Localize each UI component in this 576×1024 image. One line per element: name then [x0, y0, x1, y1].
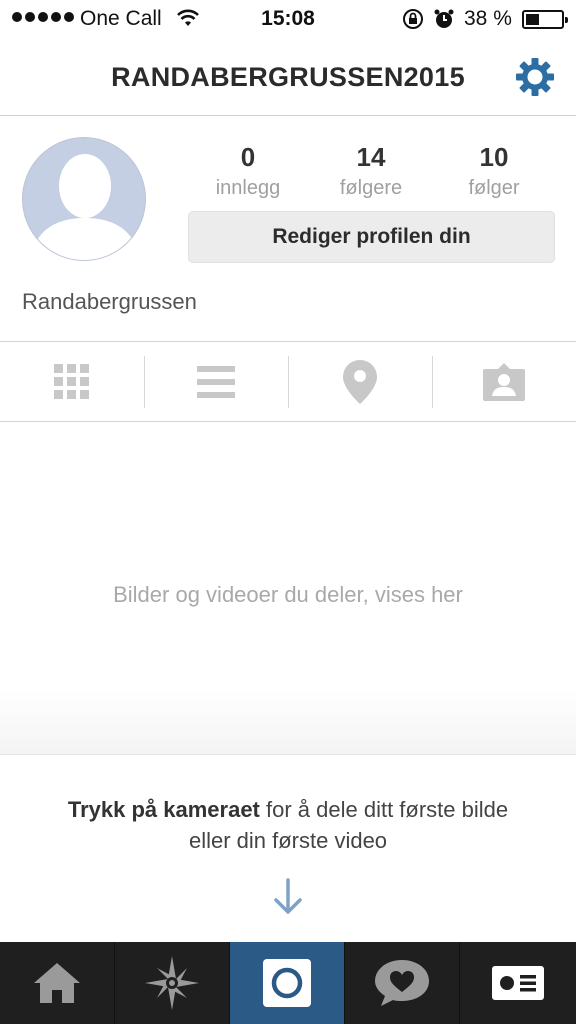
arrow-down-icon — [274, 878, 302, 914]
nav-explore[interactable] — [115, 942, 230, 1024]
posts-count: 0 — [240, 142, 256, 172]
followers-count: 14 — [356, 142, 386, 172]
stat-followers[interactable]: 14 følgere — [311, 142, 431, 200]
alarm-icon — [434, 9, 454, 28]
list-icon — [197, 365, 235, 398]
profile-view-tabs — [0, 341, 576, 422]
battery-icon — [522, 10, 568, 29]
camera-icon — [263, 959, 311, 1007]
camera-hint-bold: Trykk på kameraet — [67, 797, 260, 822]
grid-icon — [54, 363, 89, 399]
tab-grid[interactable] — [0, 342, 144, 421]
camera-hint: Trykk på kameraet for å dele ditt første… — [0, 794, 576, 856]
wifi-icon — [177, 9, 199, 26]
home-icon — [34, 963, 80, 1003]
tab-tagged[interactable] — [432, 342, 576, 421]
following-label: følger — [468, 177, 520, 199]
page-title: RANDABERGRUSSEN2015 — [111, 62, 465, 92]
nav-camera[interactable] — [230, 942, 345, 1024]
tab-map[interactable] — [288, 342, 432, 421]
nav-activity[interactable] — [345, 942, 460, 1024]
stat-posts[interactable]: 0 innlegg — [188, 142, 308, 200]
profile-card-icon — [492, 966, 544, 1000]
following-count: 10 — [479, 142, 509, 172]
rotation-lock-icon — [403, 9, 423, 29]
bottom-tab-bar — [0, 942, 576, 1024]
tagged-photos-icon — [483, 362, 525, 401]
explore-icon — [145, 956, 199, 1010]
stat-following[interactable]: 10 følger — [434, 142, 554, 200]
status-bar: One Call 15:08 38 % — [0, 0, 576, 38]
edit-profile-button[interactable]: Rediger profilen din — [188, 211, 555, 263]
gear-icon[interactable] — [514, 56, 556, 98]
divider — [0, 690, 576, 755]
location-pin-icon — [343, 359, 377, 404]
nav-profile[interactable] — [460, 942, 576, 1024]
carrier-name: One Call — [80, 7, 162, 30]
avatar[interactable] — [22, 137, 146, 261]
signal-strength-icon — [12, 12, 74, 22]
camera-hint-line2: eller din første video — [188, 828, 388, 853]
camera-hint-line1: for å dele ditt første bilde — [259, 797, 509, 822]
profile-name: Randabergrussen — [22, 289, 197, 314]
profile-header: RANDABERGRUSSEN2015 — [0, 38, 576, 116]
posts-label: innlegg — [215, 177, 281, 199]
empty-state-message: Bilder og videoer du deler, vises her — [113, 582, 463, 607]
default-avatar-icon — [31, 154, 139, 260]
battery-percentage: 38 % — [464, 7, 512, 30]
tab-list[interactable] — [144, 342, 288, 421]
activity-heart-icon — [375, 960, 429, 1006]
nav-home[interactable] — [0, 942, 115, 1024]
followers-label: følgere — [339, 177, 403, 199]
